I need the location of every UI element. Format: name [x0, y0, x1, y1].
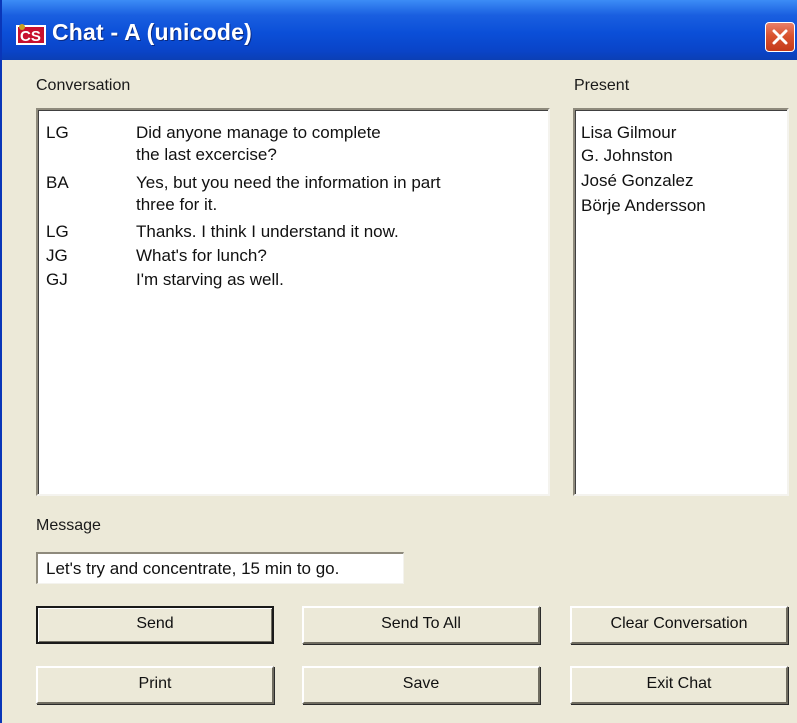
- save-button[interactable]: Save: [302, 666, 540, 704]
- conversation-sender: LG: [46, 123, 69, 142]
- conversation-message: Did anyone manage to complete: [136, 123, 381, 142]
- exit-chat-button[interactable]: Exit Chat: [570, 666, 788, 704]
- present-user[interactable]: José Gonzalez: [581, 171, 693, 191]
- conversation-panel[interactable]: LG Did anyone manage to complete the las…: [36, 108, 550, 496]
- conversation-sender: LG: [46, 222, 69, 241]
- clear-conversation-button[interactable]: Clear Conversation: [570, 606, 788, 644]
- svg-text:CS: CS: [20, 28, 41, 45]
- present-user[interactable]: Börje Andersson: [581, 196, 706, 216]
- present-user[interactable]: Lisa Gilmour: [581, 123, 676, 143]
- conversation-label: Conversation: [36, 77, 131, 94]
- close-button[interactable]: [765, 22, 795, 52]
- present-label: Present: [574, 77, 630, 94]
- close-icon: [772, 29, 788, 45]
- message-input[interactable]: Let's try and concentrate, 15 min to go.: [36, 552, 404, 584]
- app-chat-icon: CS: [16, 24, 46, 45]
- conversation-sender: BA: [46, 173, 69, 192]
- conversation-message: Thanks. I think I understand it now.: [136, 222, 399, 241]
- send-to-all-button[interactable]: Send To All: [302, 606, 540, 644]
- window-title: Chat - A (unicode): [52, 19, 252, 45]
- message-label: Message: [36, 517, 101, 534]
- chat-window: CS Chat - A (unicode) Conversation Prese…: [0, 0, 797, 723]
- send-button[interactable]: Send: [36, 606, 274, 644]
- conversation-message: the last excercise?: [136, 145, 277, 164]
- present-user[interactable]: G. Johnston: [581, 146, 673, 166]
- print-button[interactable]: Print: [36, 666, 274, 704]
- conversation-sender: JG: [46, 246, 68, 265]
- conversation-sender: GJ: [46, 270, 68, 289]
- conversation-message: three for it.: [136, 195, 218, 214]
- present-list[interactable]: Lisa Gilmour G. Johnston José Gonzalez B…: [573, 108, 789, 496]
- conversation-message: I'm starving as well.: [136, 270, 284, 289]
- conversation-message: What's for lunch?: [136, 246, 267, 265]
- conversation-message: Yes, but you need the information in par…: [136, 173, 441, 192]
- title-bar[interactable]: CS Chat - A (unicode): [2, 0, 797, 60]
